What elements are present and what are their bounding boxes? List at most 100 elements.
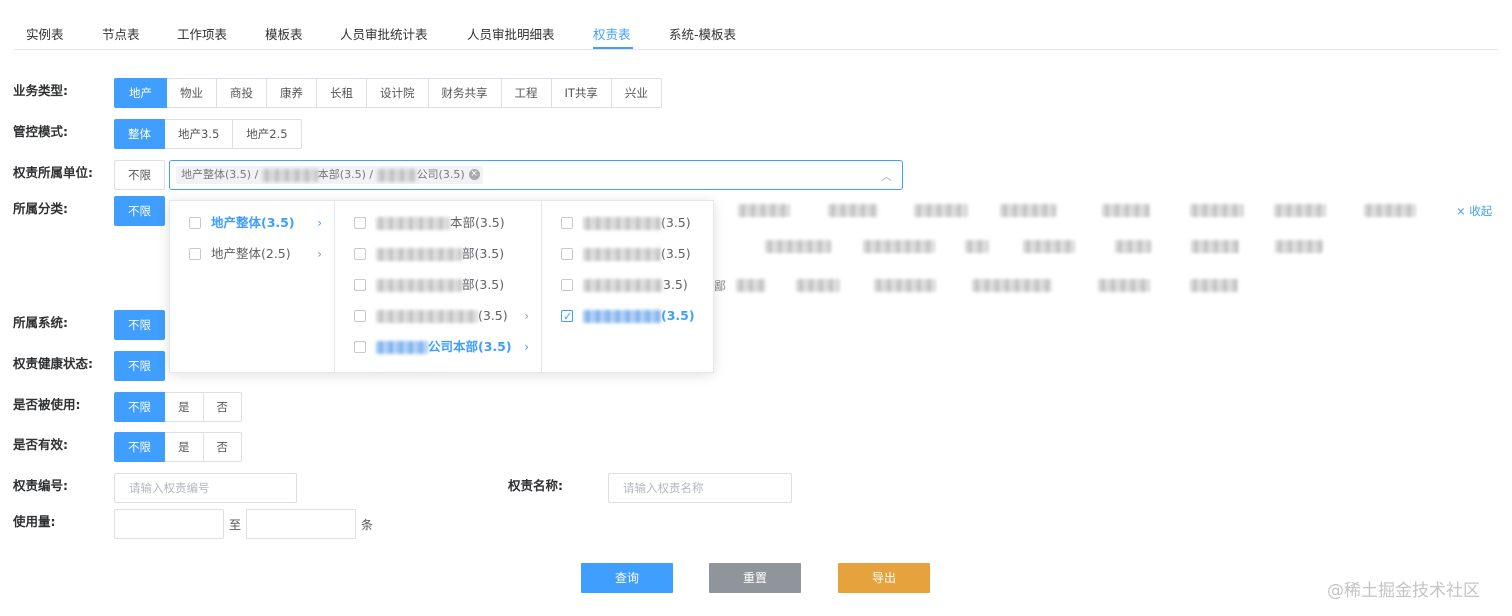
cascader-node-label: (3.5) (661, 215, 691, 230)
checkbox[interactable] (354, 248, 366, 260)
category-option[interactable] (1191, 240, 1239, 253)
system-unlimited-button[interactable]: 不限 (114, 310, 165, 340)
used-label: 是否被使用: (13, 397, 81, 412)
cascader-node[interactable]: (3.5) (542, 239, 713, 269)
redacted-text (376, 248, 462, 261)
cascader-column-1: 地产整体(3.5) › 地产整体(2.5) › (170, 201, 335, 372)
tab-bar: 实例表 节点表 工作项表 模板表 人员审批统计表 人员审批明细表 权责表 系统-… (14, 14, 1498, 50)
valid-option-unlimited[interactable]: 不限 (114, 432, 165, 462)
category-option[interactable] (1275, 240, 1323, 253)
business-type-option[interactable]: 长租 (316, 78, 367, 108)
name-input[interactable] (608, 473, 792, 503)
tab-template[interactable]: 模板表 (265, 24, 303, 43)
cascader-node[interactable]: 公司本部(3.5) › (335, 332, 541, 362)
cascader-node[interactable]: (3.5) (542, 301, 713, 332)
name-label: 权责名称: (508, 478, 563, 493)
usage-label: 使用量: (13, 514, 56, 529)
category-option[interactable] (1098, 279, 1151, 292)
owning-unit-unlimited-button[interactable]: 不限 (114, 160, 165, 190)
checkbox[interactable] (354, 217, 366, 229)
tab-node[interactable]: 节点表 (102, 24, 140, 43)
checkbox[interactable] (354, 341, 366, 353)
cascader-node[interactable]: 地产整体(2.5) › (170, 239, 334, 269)
category-option[interactable] (1274, 204, 1326, 217)
cascader-node[interactable]: 部(3.5) (335, 239, 541, 269)
checkbox[interactable] (354, 279, 366, 291)
category-option[interactable] (1000, 204, 1056, 217)
usage-min-input[interactable] (114, 509, 224, 539)
cascader-column-3: (3.5) (3.5) 3.5) (3.5) (542, 201, 713, 372)
checkbox[interactable] (561, 248, 573, 260)
checkbox[interactable] (189, 248, 201, 260)
checkbox[interactable] (189, 217, 201, 229)
category-option[interactable] (965, 240, 989, 253)
cascader-node-label: 部(3.5) (462, 277, 505, 292)
category-option[interactable] (1102, 204, 1150, 217)
cascader-node[interactable]: (3.5) (542, 208, 713, 238)
tab-system-template[interactable]: 系统-模板表 (669, 24, 736, 43)
cascader-node[interactable]: (3.5) › (335, 301, 541, 331)
cascader-node-label: 地产整体(3.5) (211, 215, 295, 230)
collapse-link[interactable]: × 收起 (1456, 203, 1492, 219)
cascader-node[interactable]: 部(3.5) (335, 270, 541, 300)
control-mode-option[interactable]: 整体 (114, 119, 165, 149)
category-option[interactable] (874, 279, 937, 292)
query-button[interactable]: 查询 (581, 563, 673, 593)
business-type-option[interactable]: 物业 (166, 78, 217, 108)
business-type-option[interactable]: 商投 (216, 78, 267, 108)
category-option[interactable] (1364, 204, 1416, 217)
owning-unit-cascader[interactable]: 地产整体(3.5) / 本部(3.5) / 公司(3.5) × ︿ (169, 160, 903, 190)
system-label: 所属系统: (13, 315, 68, 330)
category-option[interactable] (972, 279, 1053, 292)
valid-option-yes[interactable]: 是 (164, 432, 204, 462)
export-button[interactable]: 导出 (838, 563, 930, 593)
used-option-no[interactable]: 否 (202, 392, 242, 422)
usage-max-input[interactable] (246, 509, 356, 539)
category-option[interactable] (828, 204, 878, 217)
usage-unit-text: 条 (361, 518, 374, 532)
category-option[interactable] (1023, 240, 1075, 253)
business-type-option[interactable]: 地产 (114, 78, 167, 108)
business-type-option[interactable]: 工程 (500, 78, 552, 108)
category-option[interactable] (1115, 240, 1151, 253)
used-option-unlimited[interactable]: 不限 (114, 392, 165, 422)
tag-close-icon[interactable]: × (468, 169, 480, 180)
tag-text-mid: 本部(3.5) / (317, 168, 377, 181)
cascader-node[interactable]: 本部(3.5) (335, 208, 541, 238)
tab-approval-stats[interactable]: 人员审批统计表 (340, 24, 428, 43)
category-option[interactable] (736, 279, 767, 292)
business-type-option[interactable]: 财务共享 (427, 78, 502, 108)
tab-work-item[interactable]: 工作项表 (177, 24, 227, 43)
cascader-node[interactable]: 3.5) (542, 270, 713, 300)
used-option-yes[interactable]: 是 (164, 392, 204, 422)
business-type-option[interactable]: 兴业 (610, 78, 662, 108)
category-option[interactable] (863, 240, 935, 253)
category-option[interactable] (914, 204, 968, 217)
health-unlimited-button[interactable]: 不限 (114, 351, 165, 381)
cascader-node-label: 3.5) (663, 277, 688, 292)
category-options-row (765, 240, 1323, 253)
control-mode-option[interactable]: 地产2.5 (232, 119, 302, 149)
category-option[interactable] (796, 279, 841, 292)
checkbox[interactable] (354, 310, 366, 322)
category-option[interactable] (1190, 204, 1244, 217)
business-type-option[interactable]: 康养 (266, 78, 317, 108)
category-option[interactable] (1190, 279, 1239, 292)
control-mode-option[interactable]: 地产3.5 (164, 119, 234, 149)
checkbox[interactable] (561, 217, 573, 229)
reset-button[interactable]: 重置 (709, 563, 801, 593)
cascader-node-label: 地产整体(2.5) (211, 246, 291, 261)
tab-instance[interactable]: 实例表 (26, 24, 64, 43)
tab-approval-detail[interactable]: 人员审批明细表 (467, 24, 555, 43)
valid-option-no[interactable]: 否 (202, 432, 242, 462)
tab-authority[interactable]: 权责表 (593, 24, 631, 43)
category-option[interactable] (738, 204, 790, 217)
code-input[interactable] (114, 473, 297, 503)
business-type-option[interactable]: 设计院 (366, 78, 429, 108)
checkbox-checked[interactable] (561, 302, 573, 332)
category-option[interactable] (765, 240, 831, 253)
business-type-option[interactable]: IT共享 (550, 78, 612, 108)
category-unlimited-button[interactable]: 不限 (114, 196, 165, 226)
checkbox[interactable] (561, 279, 573, 291)
cascader-node[interactable]: 地产整体(3.5) › (170, 208, 334, 238)
